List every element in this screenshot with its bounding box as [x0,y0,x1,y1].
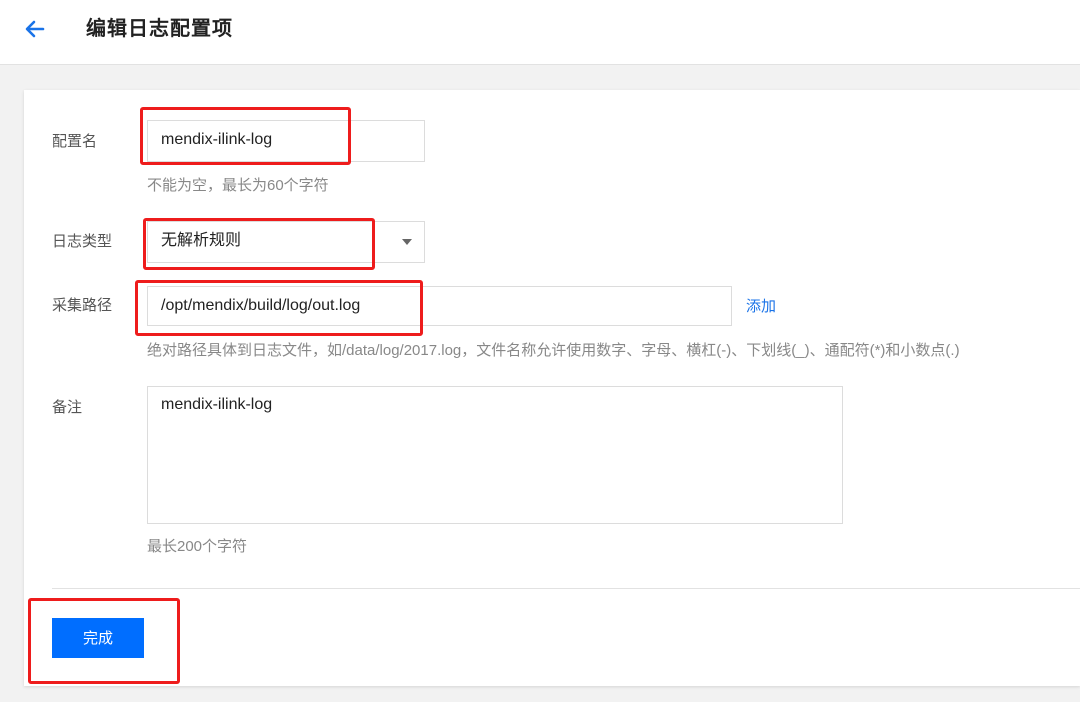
remark-label: 备注 [52,398,83,416]
collect-path-input[interactable]: /opt/mendix/build/log/out.log [147,286,732,326]
config-name-hint: 不能为空，最长为60个字符 [147,177,329,194]
form-divider [52,588,1080,589]
collect-path-hint: 绝对路径具体到日志文件，如/data/log/2017.log，文件名称允许使用… [147,342,960,359]
page-title: 编辑日志配置项 [86,16,233,40]
arrow-left-icon [25,20,45,38]
add-path-link[interactable]: 添加 [746,296,776,316]
log-type-selected-value: 无解析规则 [161,232,242,249]
collect-path-label: 采集路径 [52,296,113,314]
remark-hint: 最长200个字符 [147,538,248,555]
config-name-label: 配置名 [52,132,98,150]
log-type-select[interactable]: 无解析规则 [147,221,425,263]
page-header: 编辑日志配置项 [0,0,1080,65]
back-button[interactable] [22,16,48,42]
submit-button[interactable]: 完成 [52,618,144,658]
caret-down-icon [402,239,412,245]
remark-textarea[interactable]: mendix-ilink-log [147,386,843,524]
form-card: 配置名 mendix-ilink-log 不能为空，最长为60个字符 日志类型 … [24,90,1080,686]
config-name-input[interactable]: mendix-ilink-log [147,120,425,162]
log-type-label: 日志类型 [52,232,113,250]
